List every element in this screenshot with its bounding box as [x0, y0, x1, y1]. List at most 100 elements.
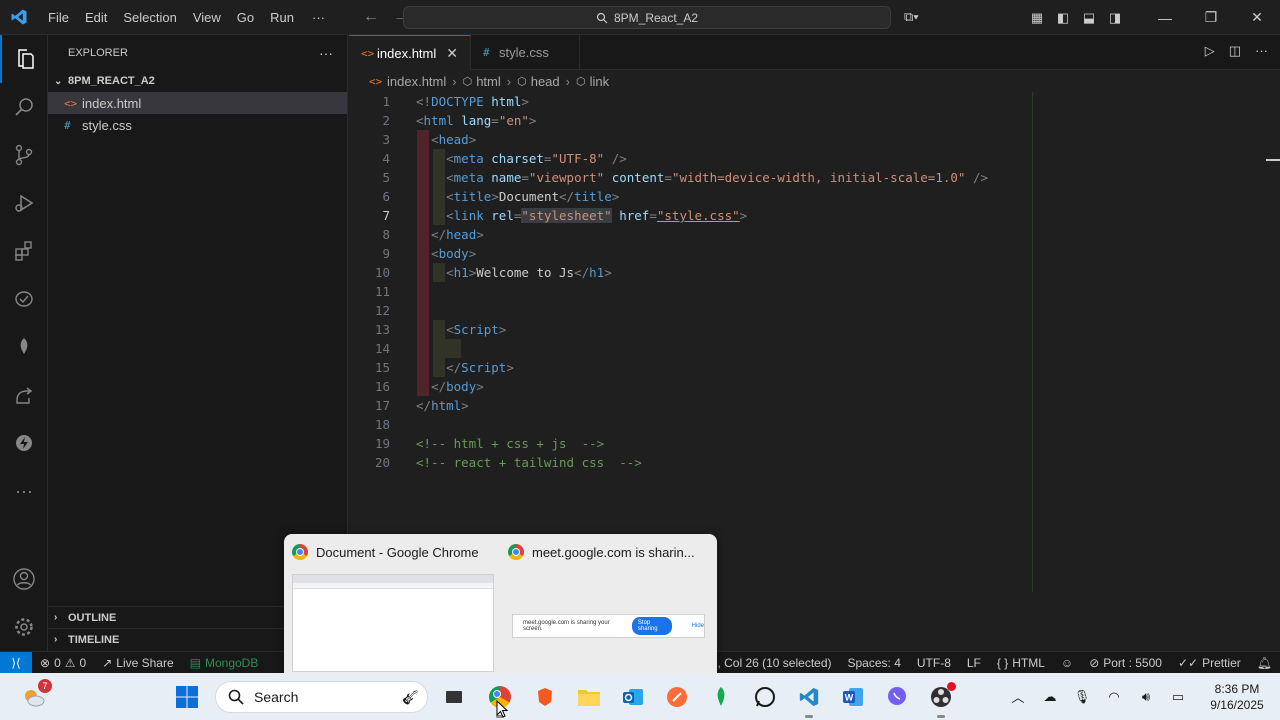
line-number: 11: [374, 284, 390, 299]
element-icon: ⬡: [575, 75, 586, 88]
postman-icon[interactable]: [661, 681, 693, 713]
preview-card-meet[interactable]: meet.google.com is sharin... meet.google…: [500, 534, 717, 673]
line-number: 16: [374, 379, 390, 394]
line-number: 20: [374, 455, 390, 470]
toggle-sidebar-icon[interactable]: ◧: [1050, 0, 1076, 35]
file-index-html[interactable]: <> index.html: [48, 92, 347, 114]
copilot-icon[interactable]: ⧉▾: [904, 9, 919, 25]
problems-indicator[interactable]: ⊗ 0 ⚠ 0: [32, 656, 94, 670]
code-line: 8 </head>: [349, 225, 1280, 244]
menu-go[interactable]: Go: [229, 10, 262, 25]
remote-indicator-icon[interactable]: ⟩⟨: [0, 651, 32, 674]
workspace-folder[interactable]: ⌄ 8PM_REACT_A2: [48, 70, 347, 92]
tab-style-css[interactable]: # style.css: [471, 35, 580, 70]
breadcrumb-item[interactable]: html: [476, 74, 501, 89]
stop-sharing-button[interactable]: Stop sharing: [631, 617, 672, 635]
prettier-status[interactable]: ✓✓ Prettier: [1170, 656, 1249, 670]
menu-view[interactable]: View: [185, 10, 229, 25]
restore-icon[interactable]: ❐: [1188, 0, 1234, 35]
copilot-status-icon[interactable]: ☺: [1053, 656, 1081, 670]
microphone-icon[interactable]: 🎙︎: [1066, 689, 1098, 705]
editor-more-icon[interactable]: ···: [1255, 43, 1268, 59]
file-explorer-icon[interactable]: [573, 681, 605, 713]
preview-title: Document - Google Chrome: [316, 544, 479, 560]
close-tab-icon[interactable]: ✕: [446, 45, 458, 62]
workspace-folder-label: 8PM_REACT_A2: [68, 75, 155, 87]
tab-index-html[interactable]: <> index.html ✕: [349, 35, 471, 70]
vscode-taskbar-icon[interactable]: [793, 681, 825, 718]
search-text: 8PM_React_A2: [613, 10, 699, 25]
outlook-icon[interactable]: [617, 681, 649, 713]
weather-widget-icon[interactable]: 7: [18, 679, 52, 713]
clock[interactable]: 8:36 PM 9/16/2025: [1194, 681, 1280, 713]
minimize-icon[interactable]: —: [1142, 0, 1188, 35]
more-views-icon[interactable]: ···: [0, 467, 48, 515]
run-debug-icon[interactable]: [0, 179, 48, 227]
windows-start-icon[interactable]: [171, 681, 203, 713]
encoding[interactable]: UTF-8: [909, 656, 959, 670]
search-icon: [228, 689, 244, 705]
battery-icon[interactable]: ▭: [1162, 689, 1194, 705]
task-view-icon[interactable]: [438, 681, 470, 713]
menu-more-button[interactable]: ···: [302, 10, 335, 25]
breadcrumb-item[interactable]: index.html: [387, 74, 446, 89]
extensions-icon[interactable]: [0, 227, 48, 275]
chevron-up-icon[interactable]: ︿: [1002, 687, 1034, 706]
end-of-line[interactable]: LF: [959, 656, 989, 670]
live-server-port[interactable]: ⊘ Port : 5500: [1081, 656, 1170, 670]
database-icon: ▤: [189, 655, 201, 670]
word-icon[interactable]: W: [837, 681, 869, 713]
wifi-icon[interactable]: ◠: [1098, 689, 1130, 705]
hide-link[interactable]: Hide: [692, 623, 704, 629]
settings-gear-icon[interactable]: [0, 603, 48, 651]
close-window-icon[interactable]: ✕: [1234, 0, 1280, 35]
clock-time: 8:36 PM: [1214, 681, 1260, 696]
error-icon: ⊗: [40, 655, 51, 670]
chevron-right-icon: ›: [565, 73, 570, 89]
menu-selection[interactable]: Selection: [115, 10, 184, 25]
menu-file[interactable]: File: [40, 10, 77, 25]
live-share-icon[interactable]: [0, 371, 48, 419]
breadcrumb-item[interactable]: link: [590, 74, 610, 89]
explorer-icon[interactable]: [0, 35, 48, 83]
account-icon[interactable]: [0, 555, 48, 603]
line-number: 13: [374, 322, 390, 337]
search-icon[interactable]: [0, 83, 48, 131]
whatsapp-icon[interactable]: [749, 681, 781, 713]
menu-edit[interactable]: Edit: [77, 10, 115, 25]
code-line: 5 <meta name="viewport" content="width=d…: [349, 168, 1280, 187]
breadcrumb-item[interactable]: head: [531, 74, 560, 89]
language-mode[interactable]: { } HTML: [989, 656, 1053, 670]
run-icon[interactable]: ▷: [1205, 43, 1215, 59]
cursor-position[interactable]: 7, Col 26 (10 selected): [703, 656, 840, 670]
source-control-icon[interactable]: [0, 131, 48, 179]
back-arrow-icon[interactable]: ←: [363, 8, 379, 26]
customize-layout-icon[interactable]: ▦: [1024, 0, 1050, 35]
brave-icon[interactable]: [529, 681, 561, 713]
mongodb-compass-icon[interactable]: [705, 681, 737, 713]
testing-icon[interactable]: [0, 275, 48, 323]
line-number: 3: [382, 132, 390, 147]
notifications-bell-icon[interactable]: 🔔︎: [1249, 656, 1280, 670]
html-file-icon: <>: [361, 46, 375, 60]
file-style-css[interactable]: # style.css: [48, 114, 347, 136]
preview-card-document[interactable]: Document - Google Chrome: [284, 534, 500, 673]
volume-icon[interactable]: 🔊︎: [1130, 689, 1162, 705]
code-editor[interactable]: 1 <!DOCTYPE html> 2 <html lang="en"> 3 <he…: [349, 92, 1280, 472]
explorer-more-button[interactable]: ···: [319, 45, 333, 61]
mongodb-leaf-icon[interactable]: [0, 323, 48, 371]
indentation[interactable]: Spaces: 4: [840, 656, 909, 670]
split-editor-icon[interactable]: ◫: [1229, 43, 1241, 59]
toggle-secondary-sidebar-icon[interactable]: ◨: [1102, 0, 1128, 35]
onedrive-icon[interactable]: ☁: [1034, 689, 1066, 705]
viber-icon[interactable]: [881, 681, 913, 713]
taskbar-search[interactable]: Search 🎸︎: [215, 681, 428, 713]
element-icon: ⬡: [517, 75, 527, 88]
live-share-button[interactable]: ↗ Live Share: [94, 656, 181, 670]
thunder-client-icon[interactable]: [0, 419, 48, 467]
obs-icon[interactable]: [925, 681, 957, 718]
command-center-search[interactable]: 8PM_React_A2: [403, 6, 891, 29]
menu-run[interactable]: Run: [262, 10, 302, 25]
mongodb-status[interactable]: ▤ MongoDB: [182, 656, 267, 670]
toggle-panel-icon[interactable]: ⬓: [1076, 0, 1102, 35]
